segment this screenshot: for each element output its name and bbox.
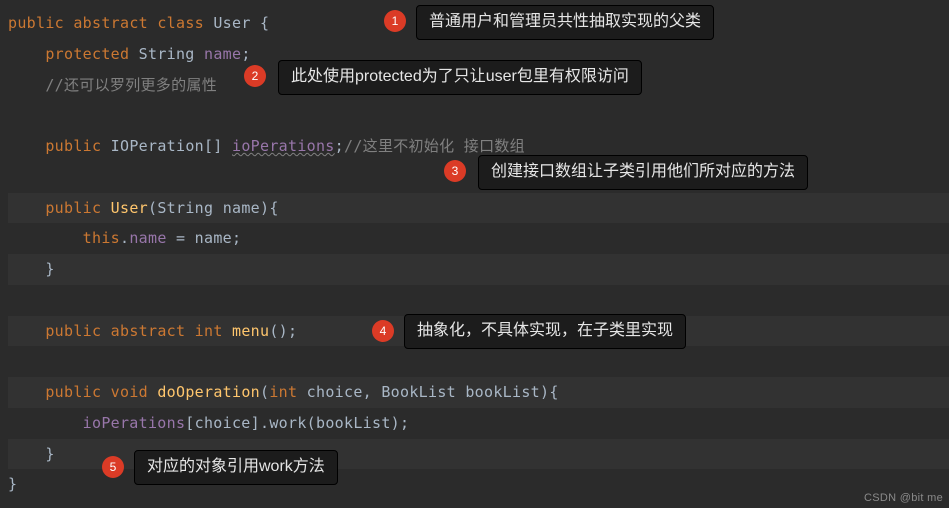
annotation-tooltip-5: 对应的对象引用work方法 [134, 450, 338, 485]
paren-close: ) [391, 414, 400, 432]
keyword-abstract: abstract [73, 14, 148, 32]
keyword-public: public [8, 14, 64, 32]
field-ioperations: ioPerations [232, 137, 335, 155]
brace-close: } [8, 475, 17, 493]
blank-line [8, 100, 949, 131]
annotation-tooltip-3: 创建接口数组让子类引用他们所对应的方法 [478, 155, 808, 190]
arg-booklist: bookList [316, 414, 391, 432]
blank-line [8, 285, 949, 316]
field-name: name [129, 229, 166, 247]
equals: = [167, 229, 195, 247]
keyword-this: this [83, 229, 120, 247]
blank-line [8, 346, 949, 377]
annotation-tooltip-2: 此处使用protected为了只让user包里有权限访问 [278, 60, 642, 95]
brace-close: } [45, 445, 54, 463]
keyword-public: public [45, 383, 101, 401]
annotation-badge-3: 3 [444, 160, 466, 182]
semicolon: ; [335, 137, 344, 155]
paren-close: ) [540, 383, 549, 401]
keyword-abstract: abstract [111, 322, 186, 340]
field-name: name [204, 45, 241, 63]
code-line: } [8, 254, 949, 285]
keyword-public: public [45, 199, 101, 217]
param-ref: name [195, 229, 232, 247]
paren-open: ( [148, 199, 157, 217]
parens: () [269, 322, 288, 340]
param-type-booklist: BookList [381, 383, 456, 401]
comment-text: //这里不初始化 接口数组 [344, 137, 525, 155]
bracket-close: ] [251, 414, 260, 432]
semicolon: ; [288, 322, 297, 340]
bracket-open: [ [185, 414, 194, 432]
annotation-badge-2: 2 [244, 65, 266, 87]
type-ioperation: IOPeration[] [111, 137, 223, 155]
param-booklist: bookList [465, 383, 540, 401]
constructor-name: User [111, 199, 148, 217]
paren-open: ( [307, 414, 316, 432]
code-line: public User(String name){ [8, 193, 949, 224]
brace-open: { [269, 199, 278, 217]
paren-close: ) [260, 199, 269, 217]
method-menu: menu [232, 322, 269, 340]
annotation-tooltip-4: 抽象化，不具体实现，在子类里实现 [404, 314, 686, 349]
keyword-public: public [45, 322, 101, 340]
annotation-badge-5: 5 [102, 456, 124, 478]
annotation-badge-4: 4 [372, 320, 394, 342]
type-string: String [139, 45, 195, 63]
code-line: this.name = name; [8, 223, 949, 254]
keyword-void: void [111, 383, 148, 401]
brace-open: { [549, 383, 558, 401]
annotation-tooltip-1: 普通用户和管理员共性抽取实现的父类 [416, 5, 714, 40]
semicolon: ; [241, 45, 250, 63]
param-choice: choice [307, 383, 363, 401]
code-line: public void doOperation(int choice, Book… [8, 377, 949, 408]
watermark-text: CSDN @bit me [864, 492, 943, 504]
keyword-class: class [157, 14, 204, 32]
code-line: ioPerations[choice].work(bookList); [8, 408, 949, 439]
comment-text: //还可以罗列更多的属性 [45, 76, 217, 94]
method-dooperation: doOperation [157, 383, 260, 401]
semicolon: ; [232, 229, 241, 247]
param-type-int: int [269, 383, 297, 401]
dot: . [260, 414, 269, 432]
brace-open: { [251, 14, 270, 32]
class-name: User [213, 14, 250, 32]
field-ioperations: ioPerations [83, 414, 186, 432]
return-type: int [195, 322, 223, 340]
semicolon: ; [400, 414, 409, 432]
index-choice: choice [195, 414, 251, 432]
param-name: name [223, 199, 260, 217]
annotation-badge-1: 1 [384, 10, 406, 32]
keyword-public: public [45, 137, 101, 155]
paren-open: ( [260, 383, 269, 401]
brace-close: } [45, 260, 54, 278]
comma: , [363, 383, 382, 401]
keyword-protected: protected [45, 45, 129, 63]
dot: . [120, 229, 129, 247]
param-type: String [157, 199, 213, 217]
method-work: work [269, 414, 306, 432]
